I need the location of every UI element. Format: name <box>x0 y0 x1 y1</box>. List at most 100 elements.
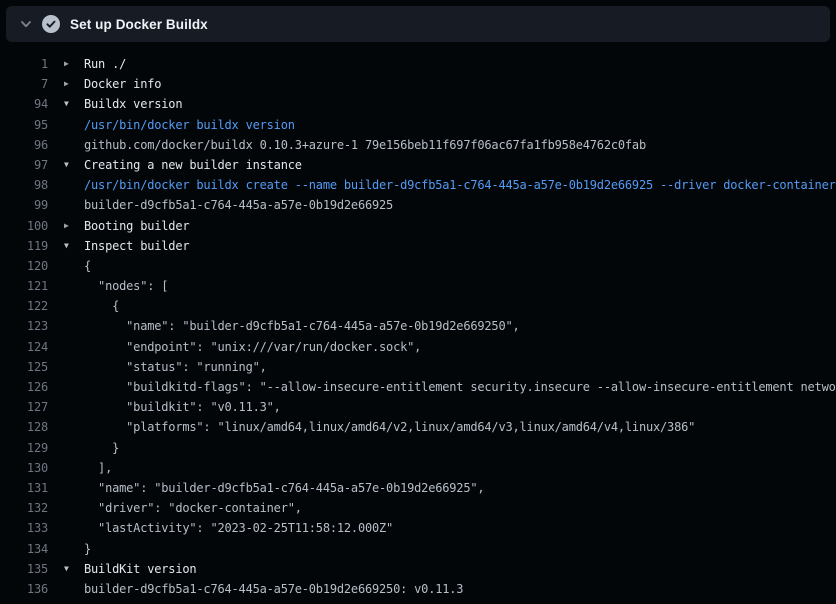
log-viewer: Set up Docker Buildx 1 ▶ Run ./ 7 ▶ Dock… <box>0 0 836 604</box>
line-number-link[interactable]: 127 <box>0 397 48 417</box>
line-number-link[interactable]: 94 <box>0 94 48 114</box>
line-text: Booting builder <box>84 216 836 236</box>
line-number-link[interactable]: 136 <box>0 579 48 599</box>
line-text: Buildx version <box>84 94 836 114</box>
log-line: 132 "driver": "docker-container", <box>0 498 836 518</box>
log-line: 128 "platforms": "linux/amd64,linux/amd6… <box>0 417 836 437</box>
line-number-link[interactable]: 133 <box>0 518 48 538</box>
log-line: 120 { <box>0 256 836 276</box>
collapsed-arrow-icon[interactable]: ▶ <box>48 74 84 94</box>
log-line[interactable]: 1 ▶ Run ./ <box>0 54 836 74</box>
line-number-link[interactable]: 95 <box>0 115 48 135</box>
line-number-link[interactable]: 99 <box>0 195 48 215</box>
log-line: 133 "lastActivity": "2023-02-25T11:58:12… <box>0 518 836 538</box>
line-text: { <box>84 296 836 316</box>
log-line[interactable]: 100 ▶ Booting builder <box>0 216 836 236</box>
line-number-link[interactable]: 98 <box>0 175 48 195</box>
log-line: 130 ], <box>0 458 836 478</box>
expanded-arrow-icon[interactable]: ▼ <box>48 236 84 256</box>
log-line[interactable]: 135 ▼ BuildKit version <box>0 559 836 579</box>
line-number-link[interactable]: 131 <box>0 478 48 498</box>
line-number-link[interactable]: 100 <box>0 216 48 236</box>
group-arrow-icon <box>48 337 84 357</box>
line-number-link[interactable]: 120 <box>0 256 48 276</box>
group-arrow-icon <box>48 498 84 518</box>
group-arrow-icon <box>48 296 84 316</box>
line-number-link[interactable]: 124 <box>0 337 48 357</box>
log-line[interactable]: 94 ▼ Buildx version <box>0 94 836 114</box>
line-number-link[interactable]: 129 <box>0 438 48 458</box>
log-line[interactable]: 97 ▼ Creating a new builder instance <box>0 155 836 175</box>
expanded-arrow-icon[interactable]: ▼ <box>48 94 84 114</box>
group-arrow-icon <box>48 579 84 599</box>
line-number-link[interactable]: 122 <box>0 296 48 316</box>
line-text: } <box>84 438 836 458</box>
line-text: Inspect builder <box>84 236 836 256</box>
line-text: builder-d9cfb5a1-c764-445a-a57e-0b19d2e6… <box>84 579 836 599</box>
line-number-link[interactable]: 134 <box>0 539 48 559</box>
collapsed-arrow-icon[interactable]: ▶ <box>48 216 84 236</box>
group-arrow-icon <box>48 377 84 397</box>
log-line: 95 /usr/bin/docker buildx version <box>0 115 836 135</box>
line-text: "endpoint": "unix:///var/run/docker.sock… <box>84 337 836 357</box>
line-number-link[interactable]: 96 <box>0 135 48 155</box>
check-circle-icon <box>42 15 60 33</box>
line-text: ], <box>84 458 836 478</box>
expanded-arrow-icon[interactable]: ▼ <box>48 559 84 579</box>
log-line: 129 } <box>0 438 836 458</box>
line-text: "platforms": "linux/amd64,linux/amd64/v2… <box>84 417 836 437</box>
line-number-link[interactable]: 132 <box>0 498 48 518</box>
line-text: "buildkitd-flags": "--allow-insecure-ent… <box>84 377 836 397</box>
line-text: "status": "running", <box>84 357 836 377</box>
line-number-link[interactable]: 97 <box>0 155 48 175</box>
group-arrow-icon <box>48 417 84 437</box>
log-line: 125 "status": "running", <box>0 357 836 377</box>
group-arrow-icon <box>48 195 84 215</box>
log-line: 134 } <box>0 539 836 559</box>
group-arrow-icon <box>48 316 84 336</box>
line-number-link[interactable]: 119 <box>0 236 48 256</box>
group-arrow-icon <box>48 539 84 559</box>
line-number-link[interactable]: 126 <box>0 377 48 397</box>
chevron-down-icon[interactable] <box>18 16 34 32</box>
line-number-link[interactable]: 121 <box>0 276 48 296</box>
log-line: 96 github.com/docker/buildx 0.10.3+azure… <box>0 135 836 155</box>
line-number-link[interactable]: 125 <box>0 357 48 377</box>
line-text: { <box>84 256 836 276</box>
group-arrow-icon <box>48 518 84 538</box>
line-text: "lastActivity": "2023-02-25T11:58:12.000… <box>84 518 836 538</box>
log-line[interactable]: 119 ▼ Inspect builder <box>0 236 836 256</box>
line-number-link[interactable]: 135 <box>0 559 48 579</box>
line-text: Docker info <box>84 74 836 94</box>
line-text: "nodes": [ <box>84 276 836 296</box>
group-arrow-icon <box>48 256 84 276</box>
step-title: Set up Docker Buildx <box>70 17 208 32</box>
expanded-arrow-icon[interactable]: ▼ <box>48 155 84 175</box>
line-text: BuildKit version <box>84 559 836 579</box>
line-text: "name": "builder-d9cfb5a1-c764-445a-a57e… <box>84 478 836 498</box>
collapsed-arrow-icon[interactable]: ▶ <box>48 54 84 74</box>
line-number-link[interactable]: 1 <box>0 54 48 74</box>
group-arrow-icon <box>48 357 84 377</box>
step-header[interactable]: Set up Docker Buildx <box>6 6 830 42</box>
line-text: "driver": "docker-container", <box>84 498 836 518</box>
log-line: 99 builder-d9cfb5a1-c764-445a-a57e-0b19d… <box>0 195 836 215</box>
line-number-link[interactable]: 128 <box>0 417 48 437</box>
line-number-link[interactable]: 130 <box>0 458 48 478</box>
group-arrow-icon <box>48 175 84 195</box>
line-number-link[interactable]: 123 <box>0 316 48 336</box>
log-line: 126 "buildkitd-flags": "--allow-insecure… <box>0 377 836 397</box>
log-line: 123 "name": "builder-d9cfb5a1-c764-445a-… <box>0 316 836 336</box>
log-line: 122 { <box>0 296 836 316</box>
group-arrow-icon <box>48 115 84 135</box>
line-text: builder-d9cfb5a1-c764-445a-a57e-0b19d2e6… <box>84 195 836 215</box>
line-number-link[interactable]: 7 <box>0 74 48 94</box>
log-line: 136 builder-d9cfb5a1-c764-445a-a57e-0b19… <box>0 579 836 599</box>
log-line: 124 "endpoint": "unix:///var/run/docker.… <box>0 337 836 357</box>
group-arrow-icon <box>48 135 84 155</box>
group-arrow-icon <box>48 397 84 417</box>
line-text: /usr/bin/docker buildx version <box>84 115 836 135</box>
line-text: Run ./ <box>84 54 836 74</box>
log-line[interactable]: 7 ▶ Docker info <box>0 74 836 94</box>
line-text: /usr/bin/docker buildx create --name bui… <box>84 175 836 195</box>
